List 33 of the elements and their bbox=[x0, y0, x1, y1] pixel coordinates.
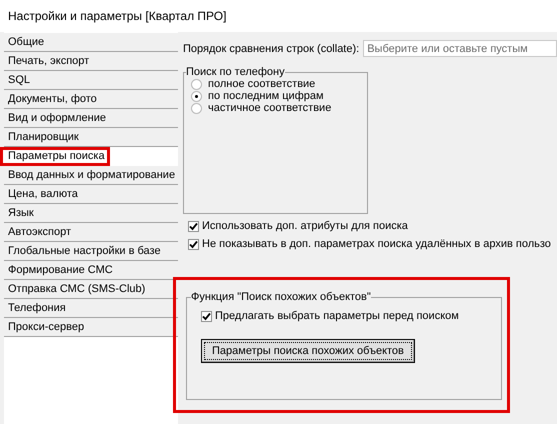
sidebar-item[interactable]: Ввод данных и форматирование bbox=[4, 166, 178, 185]
checkbox-label: Использовать доп. атрибуты для поиска bbox=[202, 220, 408, 232]
radio-button[interactable] bbox=[191, 90, 202, 102]
sidebar-item[interactable]: Глобальные настройки в базе bbox=[4, 242, 178, 261]
sidebar-item[interactable]: Телефония bbox=[4, 299, 178, 318]
sidebar-item[interactable]: Язык bbox=[4, 204, 178, 223]
sidebar-item[interactable]: Печать, экспорт bbox=[4, 52, 178, 71]
sidebar-item[interactable]: Вид и оформление bbox=[4, 109, 178, 128]
checkbox[interactable] bbox=[188, 220, 199, 232]
sidebar-item[interactable]: Общие bbox=[4, 33, 178, 52]
radio-label: частичное соответствие bbox=[208, 102, 332, 114]
checkbox-label: Не показывать в доп. параметрах поиска удалённых в архив пользо bbox=[202, 238, 551, 250]
similar-search-settings-button[interactable]: Параметры поиска похожих объектов bbox=[201, 339, 415, 363]
sidebar-item[interactable]: SQL bbox=[4, 71, 178, 90]
radio-label: полное соответствие bbox=[208, 78, 316, 90]
radio-button[interactable] bbox=[191, 78, 202, 90]
checkbox-label: Предлагать выбрать параметры перед поиском bbox=[215, 310, 459, 322]
group-title: Функция "Поиск похожих объектов" bbox=[191, 291, 371, 303]
sidebar-item[interactable]: Формирование СМС bbox=[4, 261, 178, 280]
radio-button[interactable] bbox=[191, 102, 202, 114]
sidebar-item[interactable]: Параметры поиска bbox=[0, 147, 110, 166]
sidebar-item[interactable]: Документы, фото bbox=[4, 90, 178, 109]
collate-label: Порядок сравнения строк (collate): bbox=[183, 42, 360, 54]
checkbox[interactable] bbox=[188, 238, 199, 250]
sidebar-item[interactable]: Прокси-сервер bbox=[4, 318, 178, 337]
group-title: Поиск по телефону bbox=[186, 66, 285, 78]
checkbox[interactable] bbox=[201, 310, 212, 322]
collate-field[interactable]: Выберите или оставьте пустым bbox=[363, 40, 557, 57]
sidebar-item[interactable]: Автоэкспорт bbox=[4, 223, 178, 242]
radio-label: по последним цифрам bbox=[208, 90, 324, 102]
sidebar-item[interactable]: Планировщик bbox=[4, 128, 178, 147]
sidebar-item[interactable]: Отправка СМС (SMS-Club) bbox=[4, 280, 178, 299]
sidebar-item[interactable]: Цена, валюта bbox=[4, 185, 178, 204]
